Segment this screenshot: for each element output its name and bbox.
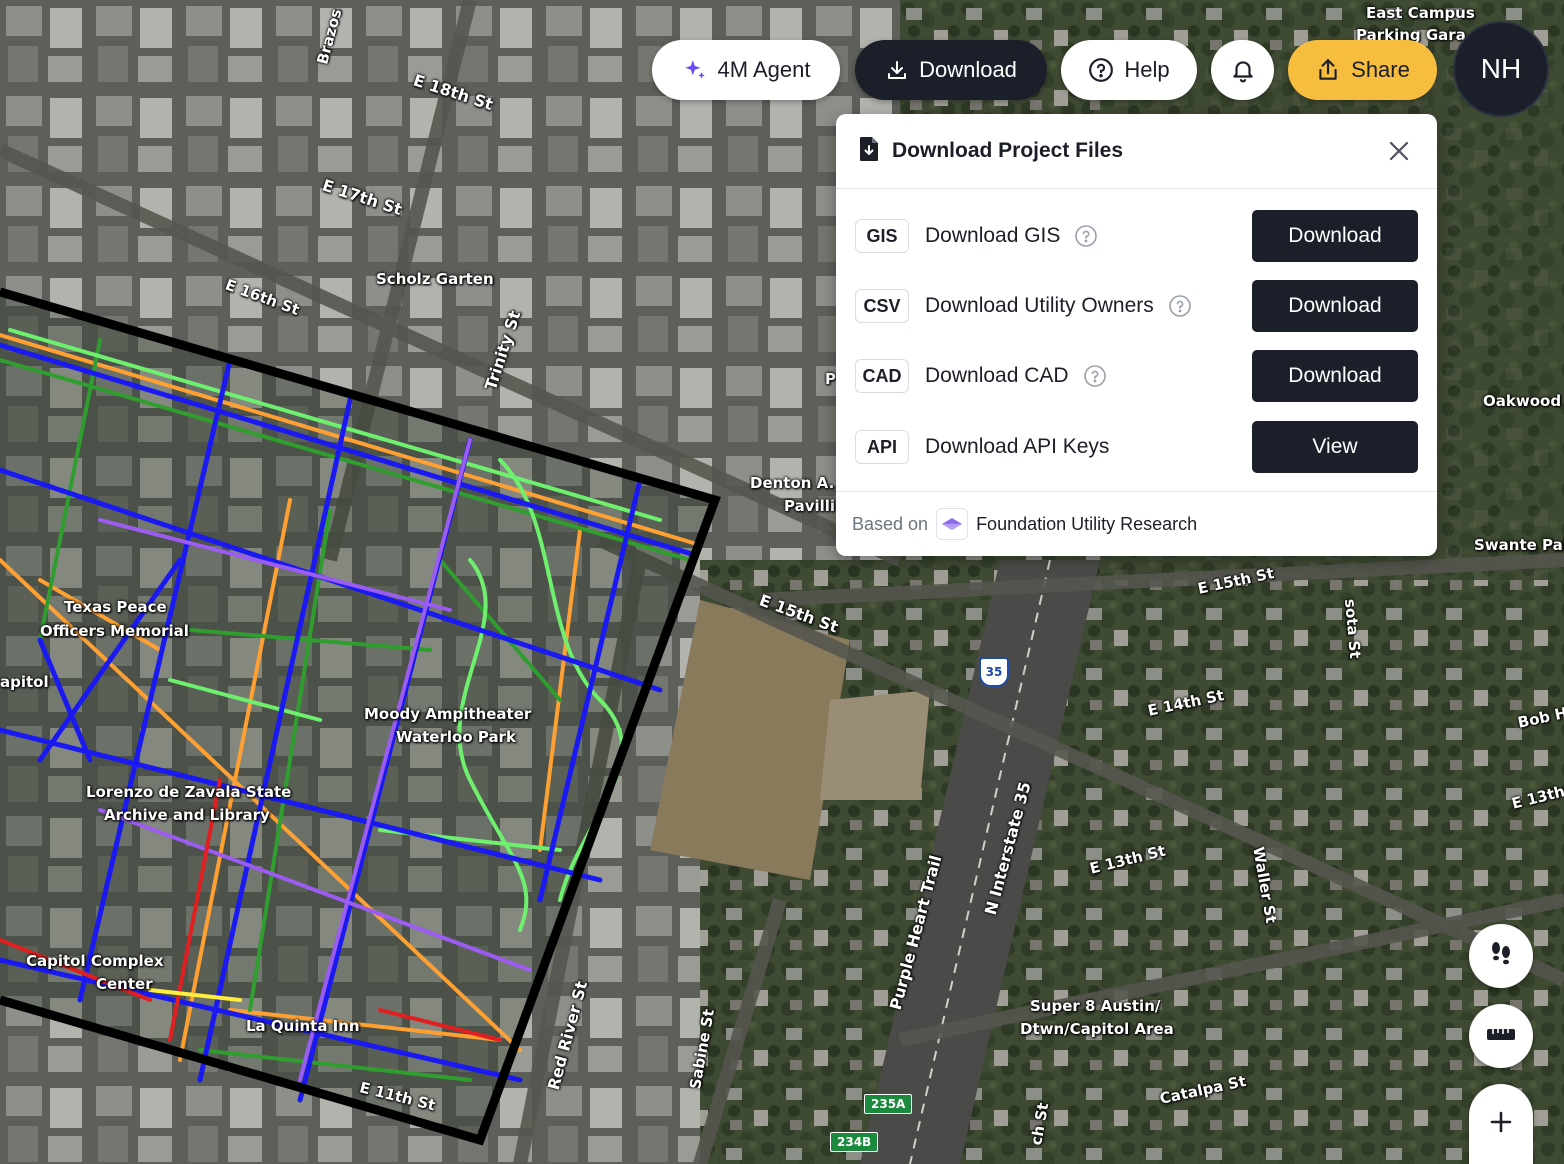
download-toolbar-label: Download <box>919 57 1017 82</box>
poi-label-super8-1: Super 8 Austin/ <box>1030 997 1161 1015</box>
zoom-in-button[interactable] <box>1469 1084 1533 1164</box>
poi-label-p-edge: P <box>825 370 836 388</box>
i35-shield: 35 <box>979 657 1009 687</box>
share-label: Share <box>1351 57 1410 82</box>
gis-tag: GIS <box>855 219 909 253</box>
download-icon <box>885 58 909 82</box>
exit-234b-sign: 234B <box>830 1132 879 1152</box>
foundation-source-label: Foundation Utility Research <box>976 513 1198 534</box>
sparkle-icon <box>682 57 708 83</box>
poi-label-east-campus-1: East Campus <box>1366 4 1475 22</box>
agent-button[interactable]: 4M Agent <box>652 40 840 100</box>
bell-icon <box>1230 57 1256 83</box>
gis-help-icon[interactable] <box>1074 224 1098 248</box>
poi-label-denton-1: Denton A. <box>750 474 835 492</box>
poi-label-swante: Swante Palm <box>1474 536 1564 554</box>
poi-label-laquinta: La Quinta Inn <box>246 1017 360 1035</box>
user-avatar[interactable]: NH <box>1453 21 1549 117</box>
api-tag: API <box>855 430 909 464</box>
poi-label-capitol: apitol <box>0 673 49 691</box>
csv-help-icon[interactable] <box>1168 294 1192 318</box>
panel-header: Download Project Files <box>836 114 1437 189</box>
download-api-keys-row: API Download API Keys View <box>855 421 1418 473</box>
avatar-initials: NH <box>1480 53 1522 84</box>
ruler-icon <box>1486 1024 1516 1049</box>
download-gis-button[interactable]: Download <box>1252 210 1418 262</box>
close-icon[interactable] <box>1383 135 1415 167</box>
share-icon <box>1315 57 1341 83</box>
view-api-keys-button[interactable]: View <box>1252 421 1418 473</box>
download-gis-row: GIS Download GIS Download <box>855 210 1418 262</box>
cad-help-icon[interactable] <box>1083 364 1107 388</box>
share-button[interactable]: Share <box>1288 40 1437 100</box>
poi-label-texas-1: Texas Peace <box>64 598 167 616</box>
foundation-logo-icon <box>936 508 969 540</box>
help-label: Help <box>1124 57 1170 82</box>
download-utility-owners-row: CSV Download Utility Owners Download <box>855 280 1418 332</box>
csv-tag: CSV <box>855 289 909 323</box>
poi-label-texas-2: Officers Memorial <box>40 622 189 640</box>
download-cad-label: Download CAD <box>925 364 1069 387</box>
poi-label-scholz: Scholz Garten <box>376 270 494 288</box>
file-download-icon <box>858 136 880 167</box>
cad-tag: CAD <box>855 359 909 393</box>
agent-label: 4M Agent <box>717 57 811 82</box>
footsteps-button[interactable] <box>1469 924 1533 988</box>
poi-label-super8-2: Dtwn/Capitol Area <box>1020 1020 1174 1038</box>
poi-label-oakwood: Oakwood <box>1483 392 1562 410</box>
download-utility-owners-button[interactable]: Download <box>1252 280 1418 332</box>
download-api-keys-label: Download API Keys <box>925 435 1110 458</box>
poi-label-denton-2: Pavilli <box>784 497 836 515</box>
download-gis-label: Download GIS <box>925 224 1061 247</box>
exit-235a-sign: 235A <box>864 1094 913 1114</box>
panel-footer: Based on Foundation Utility Research <box>836 491 1437 556</box>
panel-title: Download Project Files <box>892 139 1124 162</box>
poi-label-capcomplex-2: Center <box>96 975 153 993</box>
poi-label-lorenzo-1: Lorenzo de Zavala State <box>86 783 292 801</box>
notifications-button[interactable] <box>1211 40 1274 100</box>
measure-button[interactable] <box>1469 1004 1533 1068</box>
plus-icon <box>1490 1111 1512 1138</box>
poi-label-lorenzo-2: Archive and Library <box>104 806 270 824</box>
download-project-files-panel: Download Project Files GIS Download GIS … <box>836 114 1437 556</box>
download-utility-owners-label: Download Utility Owners <box>925 294 1154 317</box>
footsteps-icon <box>1486 939 1516 974</box>
poi-label-capcomplex-1: Capitol Complex <box>26 952 164 970</box>
download-toolbar-button[interactable]: Download <box>855 40 1047 100</box>
question-circle-icon <box>1088 57 1114 83</box>
help-button[interactable]: Help <box>1061 40 1197 100</box>
download-cad-row: CAD Download CAD Download <box>855 350 1418 402</box>
poi-label-moody-2: Waterloo Park <box>396 728 516 746</box>
download-cad-button[interactable]: Download <box>1252 350 1418 402</box>
poi-label-moody-1: Moody Ampitheater <box>364 705 532 723</box>
based-on-label: Based on <box>852 513 929 534</box>
